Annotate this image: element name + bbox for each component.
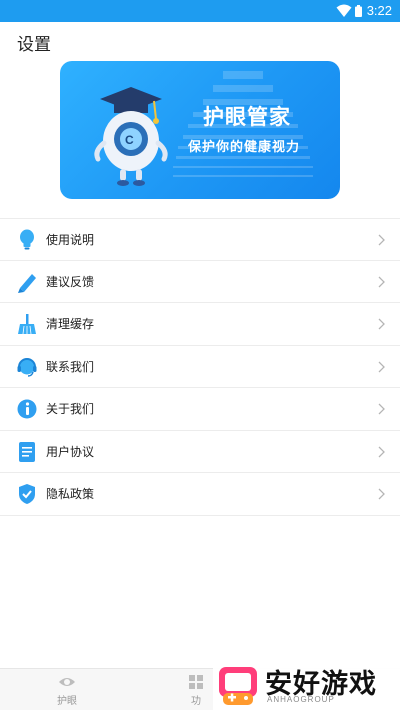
menu-item-privacy-policy[interactable]: 隐私政策 bbox=[0, 473, 400, 516]
headset-icon bbox=[17, 357, 37, 377]
eye-chart-background bbox=[173, 71, 313, 177]
menu-item-contact-us[interactable]: 联系我们 bbox=[0, 346, 400, 388]
status-bar: 3:22 bbox=[0, 0, 400, 22]
chevron-right-icon bbox=[378, 446, 385, 457]
info-icon bbox=[17, 399, 37, 419]
menu-item-label: 清理缓存 bbox=[46, 317, 95, 332]
chevron-right-icon bbox=[378, 276, 385, 287]
menu-item-label: 建议反馈 bbox=[46, 274, 95, 289]
watermark: 安好游戏 ANHAOGROUP bbox=[213, 660, 400, 710]
pencil-icon bbox=[18, 273, 36, 293]
menu-item-label: 用户协议 bbox=[46, 444, 95, 459]
chevron-right-icon bbox=[378, 234, 385, 246]
menu-item-label: 使用说明 bbox=[46, 232, 95, 247]
wifi-icon bbox=[336, 4, 352, 17]
lightbulb-icon bbox=[20, 229, 34, 250]
chevron-right-icon bbox=[378, 488, 385, 500]
gamepad-logo-icon bbox=[219, 667, 257, 705]
page-title: 设置 bbox=[17, 35, 51, 55]
chevron-right-icon bbox=[378, 403, 385, 415]
battery-icon bbox=[355, 5, 362, 17]
menu-item-about-us[interactable]: 关于我们 bbox=[0, 388, 400, 431]
menu-item-feedback[interactable]: 建议反馈 bbox=[0, 261, 400, 303]
document-icon bbox=[19, 441, 35, 462]
menu-item-label: 关于我们 bbox=[46, 402, 95, 417]
menu-item-label: 联系我们 bbox=[46, 359, 95, 374]
banner-subtitle: 保护你的健康视力 bbox=[188, 140, 301, 155]
menu-item-user-agreement[interactable]: 用户协议 bbox=[0, 431, 400, 473]
mascot-eyeball-icon: C bbox=[94, 87, 168, 186]
chevron-right-icon bbox=[378, 318, 385, 330]
chevron-right-icon bbox=[378, 361, 385, 372]
grid-icon bbox=[189, 675, 203, 689]
broom-icon bbox=[18, 314, 36, 335]
settings-menu: 使用说明 建议反馈 清理缓存 联系我们 关于我们 用户协议 隐私政策 bbox=[0, 218, 400, 516]
status-time: 3:22 bbox=[366, 3, 392, 18]
tab-label: 护眼 bbox=[57, 696, 77, 707]
shield-check-icon bbox=[19, 484, 35, 504]
promo-banner[interactable]: C 护眼管家 保护你的健康视力 bbox=[60, 61, 340, 199]
tab-eye-care[interactable]: 护眼 bbox=[37, 669, 97, 710]
watermark-subtext: ANHAOGROUP bbox=[267, 695, 335, 704]
banner-title: 护眼管家 bbox=[203, 105, 291, 129]
menu-item-label: 隐私政策 bbox=[46, 487, 95, 502]
svg-text:C: C bbox=[125, 133, 134, 147]
eye-icon bbox=[59, 678, 75, 686]
menu-item-usage-guide[interactable]: 使用说明 bbox=[0, 218, 400, 261]
menu-item-clear-cache[interactable]: 清理缓存 bbox=[0, 303, 400, 346]
